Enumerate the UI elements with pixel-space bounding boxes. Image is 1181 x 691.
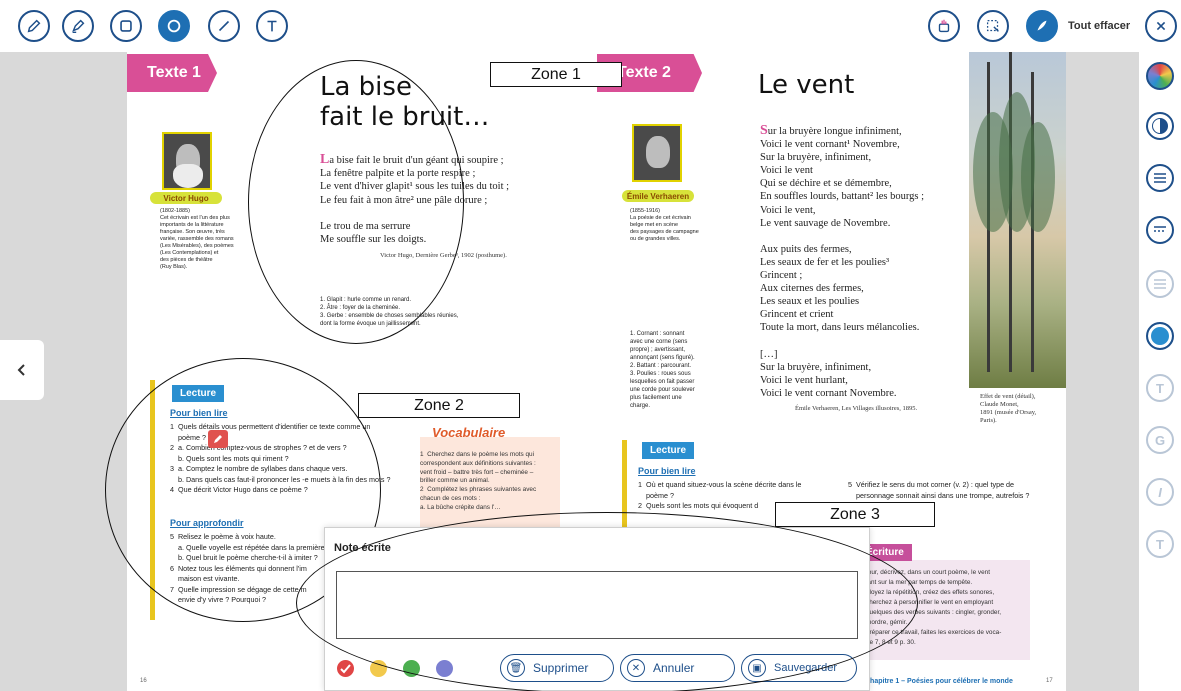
vocabulary-text: 1 Cherchez dans le poème les mots qui co…: [420, 451, 537, 511]
style-panel: [1139, 52, 1181, 691]
line-weight-icon[interactable]: [1146, 164, 1174, 192]
text-tab: Texte 1: [127, 54, 217, 92]
dropcap-right: S: [760, 123, 768, 138]
delete-button[interactable]: 🗑 Supprimer: [500, 654, 614, 682]
line-style-faded-icon: [1146, 270, 1174, 298]
left-page-number: 16: [140, 678, 147, 684]
zone1-label[interactable]: Zone 1: [490, 62, 622, 87]
lecture-badge-right: Lecture: [642, 442, 695, 459]
monet-painting: [969, 52, 1066, 388]
poem-text: La bise fait le bruit d'un géant qui sou…: [320, 153, 509, 246]
previous-page-button[interactable]: [0, 340, 44, 400]
pour-approfondir-heading: Pour approfondir: [170, 518, 244, 528]
bold-icon: G: [1146, 426, 1174, 454]
circle-icon[interactable]: [158, 10, 190, 42]
paint-cup-icon[interactable]: [928, 10, 960, 42]
annotation-app: Tout effacer T G I T Texte 1 La bise fai…: [0, 0, 1181, 691]
questions-deepen: 5 Relisez le poème à voix haute. a. Quel…: [170, 532, 325, 604]
right-page-number: 17: [1046, 678, 1053, 684]
footnotes: 1. Glapit : hurle comme un renard. 2. Ât…: [320, 297, 459, 327]
cancel-label: Annuler: [653, 661, 695, 675]
opacity-icon[interactable]: [1146, 112, 1174, 140]
save-label: Sauvegarder: [774, 662, 837, 674]
select-area-icon[interactable]: [977, 10, 1009, 42]
poem-title-line2: fait le bruit…: [320, 102, 490, 132]
author-portrait: [162, 132, 212, 190]
rectangle-icon[interactable]: [110, 10, 142, 42]
poem-body: a bise fait le bruit d'un géant qui soup…: [320, 155, 510, 246]
text-style-icon: T: [1146, 530, 1174, 558]
italic-icon: I: [1146, 478, 1174, 506]
text-size-icon: T: [1146, 374, 1174, 402]
color-yellow-swatch[interactable]: [370, 660, 387, 677]
poem-title-line1: La bise: [320, 72, 412, 102]
note-title: Note écrite: [334, 542, 391, 554]
top-toolbar: Tout effacer: [0, 0, 1181, 52]
highlighter-icon[interactable]: [62, 10, 94, 42]
poem-body-right: ur la bruyère longue infiniment, Voici l…: [760, 126, 925, 399]
note-marker-icon[interactable]: [208, 430, 228, 448]
footnotes-right: 1. Cornant : sonnant avec une corne (sen…: [630, 331, 695, 409]
color-red-swatch[interactable]: [337, 660, 354, 677]
save-button[interactable]: ▣ Sauvegarder: [741, 654, 857, 682]
author-name: Victor Hugo: [150, 192, 222, 204]
save-icon: ▣: [748, 659, 766, 677]
line-icon[interactable]: [208, 10, 240, 42]
dropcap: L: [320, 152, 330, 167]
color-green-swatch[interactable]: [403, 660, 420, 677]
text-icon[interactable]: [256, 10, 288, 42]
note-textarea[interactable]: [336, 571, 858, 639]
author-bio: (1802-1885) Cet écrivain est l'un des pl…: [160, 208, 234, 270]
right-margin: [1066, 52, 1139, 691]
color-purple-swatch[interactable]: [436, 660, 453, 677]
poem-credit: Victor Hugo, Dernière Gerbe³, 1902 (post…: [380, 252, 507, 259]
poem-text-right: Sur la bruyère longue infiniment, Voici …: [760, 124, 924, 400]
pour-bien-lire-heading: Pour bien lire: [170, 408, 228, 418]
close-icon[interactable]: [1145, 10, 1177, 42]
feather-icon[interactable]: [1026, 10, 1058, 42]
author-name-right: Émile Verhaeren: [622, 190, 694, 202]
fill-color-icon[interactable]: [1146, 322, 1174, 350]
poem-title-right: Le vent: [758, 70, 855, 100]
pour-bien-lire-heading-right: Pour bien lire: [638, 466, 696, 476]
delete-label: Supprimer: [533, 661, 589, 675]
pencil-icon[interactable]: [18, 10, 50, 42]
lecture-accent-bar-right: [622, 440, 627, 530]
ecriture-text: tour, décrivez, dans un court poème, le …: [866, 569, 1002, 646]
painting-caption: Effet de vent (détail), Claude Monet, 18…: [980, 393, 1037, 424]
chevron-left-icon: [17, 364, 25, 376]
lecture-accent-bar: [150, 380, 155, 620]
poem-credit-right: Émile Verhaeren, Les Villages illusoires…: [795, 405, 918, 412]
zone2-label[interactable]: Zone 2: [358, 393, 520, 418]
author-bio-right: (1855-1916) La poésie de cet écrivain be…: [630, 208, 699, 242]
vocabulary-title: Vocabulaire: [432, 425, 506, 440]
trash-icon: 🗑: [507, 659, 525, 677]
close-circle-icon: ✕: [627, 659, 645, 677]
right-page-footer: Chapitre 1 – Poésies pour célébrer le mo…: [865, 678, 1013, 685]
zone3-label[interactable]: Zone 3: [775, 502, 935, 527]
author-portrait-right: [632, 124, 682, 182]
check-icon: [340, 664, 351, 674]
clear-all-button[interactable]: Tout effacer: [1068, 20, 1130, 32]
dash-style-icon[interactable]: [1146, 216, 1174, 244]
questions-reading: 1 Quels détails vous permettent d'identi…: [170, 422, 391, 494]
color-wheel-icon[interactable]: [1146, 62, 1174, 90]
cancel-button[interactable]: ✕ Annuler: [620, 654, 735, 682]
lecture-badge: Lecture: [172, 385, 225, 402]
